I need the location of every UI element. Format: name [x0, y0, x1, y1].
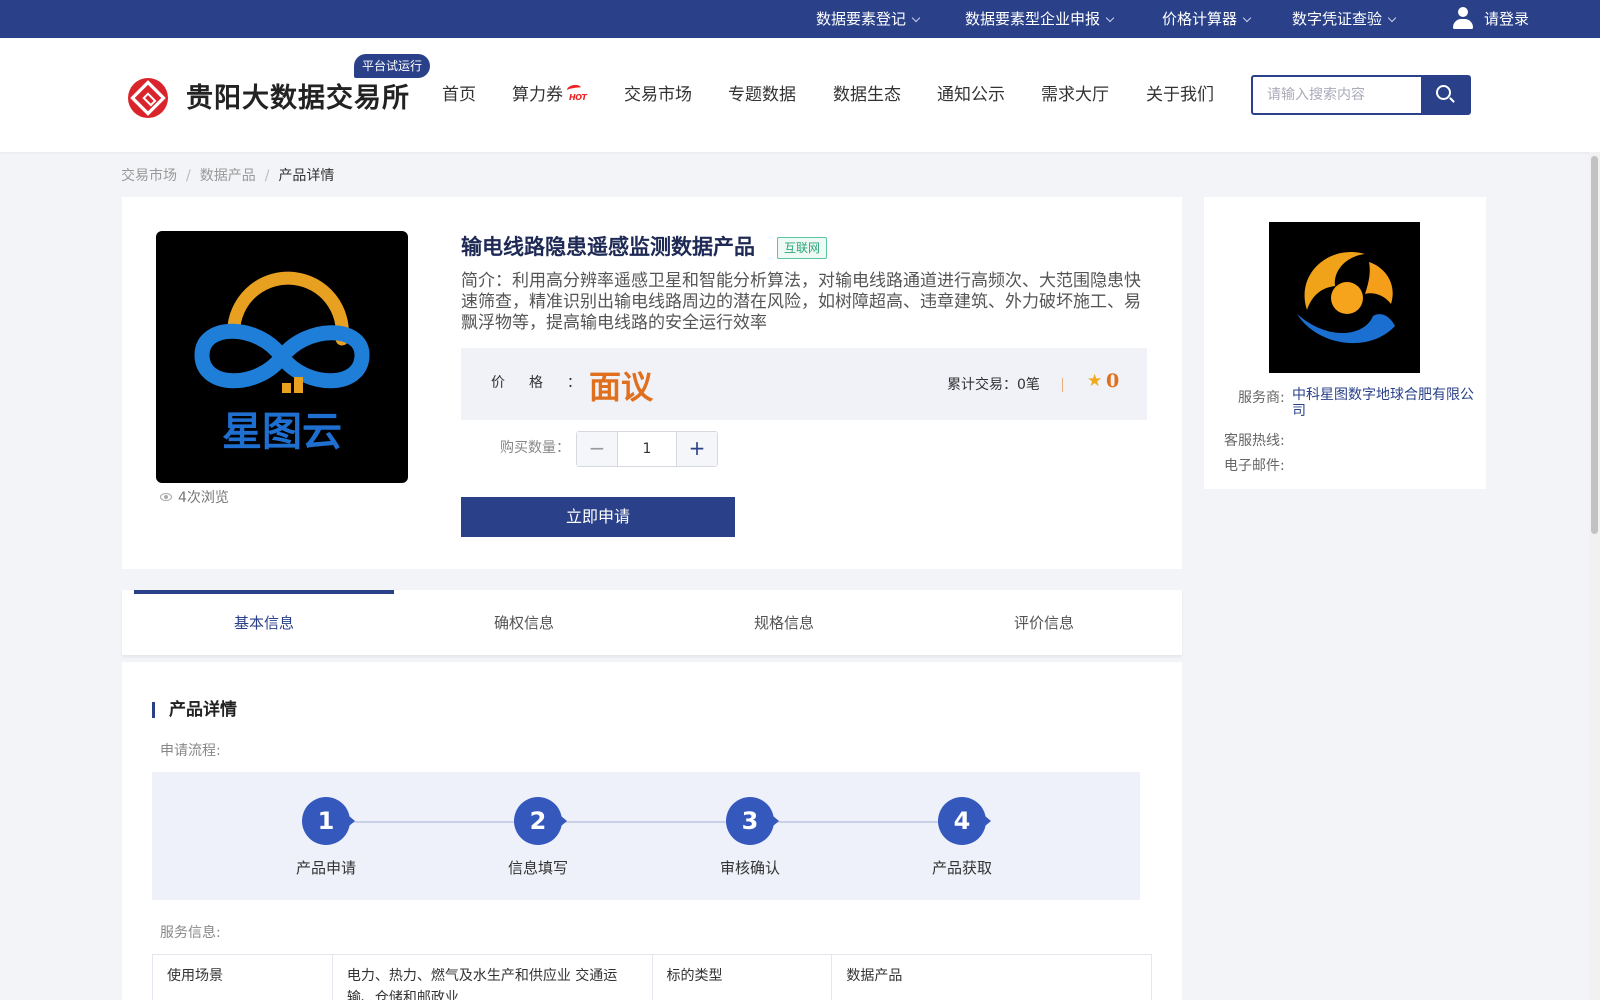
login-link[interactable]: 请登录 [1452, 0, 1529, 38]
provider-logo [1269, 222, 1420, 373]
star-icon: ★ [1087, 371, 1103, 391]
breadcrumb-data-products[interactable]: 数据产品 [200, 168, 256, 184]
nav-topic-data[interactable]: 专题数据 [728, 38, 796, 152]
quantity-decrease-button[interactable]: − [577, 432, 618, 466]
product-image: 星图云 [156, 231, 408, 483]
provider-logo-icon [1297, 252, 1395, 344]
table-key: 使用场景 [152, 954, 333, 1000]
top-utility-bar: 数据要素登记 数据要素型企业申报 价格计算器 数字凭证查验 请登录 [0, 0, 1600, 38]
provider-hotline-label: 客服热线: [1224, 433, 1285, 449]
provider-email-label: 电子邮件: [1224, 458, 1285, 474]
provider-card: 服务商: 中科星图数字地球合肥有限公司 客服热线: 电子邮件: [1204, 197, 1486, 489]
table-value: 数据产品 [831, 954, 1152, 1000]
tab-review-info[interactable]: 评价信息 [914, 590, 1174, 655]
trial-badge: 平台试运行 [354, 54, 430, 78]
nav-compute-voucher[interactable]: 算力券 [512, 38, 563, 152]
provider-service-label: 服务商: [1238, 390, 1285, 406]
price-value: 面议 [589, 368, 654, 406]
service-info-label: 服务信息: [160, 925, 221, 941]
product-image-text: 星图云 [222, 409, 342, 455]
user-icon [1452, 5, 1474, 31]
product-card: 星图云 4次浏览 输电线路隐患遥感监测数据产品 互联网 简介：利用高分辨率遥感卫… [122, 197, 1182, 569]
quantity-stepper: − 1 + [576, 431, 718, 467]
nav-demand-hall[interactable]: 需求大厅 [1041, 38, 1109, 152]
process-label: 申请流程: [160, 743, 221, 759]
process-step: 3 审核确认 [690, 797, 810, 878]
search-input[interactable] [1253, 77, 1421, 113]
tab-spec-info[interactable]: 规格信息 [654, 590, 914, 655]
quantity-input[interactable]: 1 [618, 432, 676, 466]
view-count: 4次浏览 [160, 487, 229, 507]
nav-trading-market[interactable]: 交易市场 [624, 38, 692, 152]
trade-count: 累计交易：0笔 [947, 377, 1040, 393]
provider-name-link[interactable]: 中科星图数字地球合肥有限公司 [1292, 387, 1478, 419]
section-title: 产品详情 [152, 702, 237, 719]
price-label: 价格： [491, 375, 581, 391]
search-button[interactable] [1421, 77, 1469, 113]
quantity-increase-button[interactable]: + [676, 432, 717, 466]
eye-icon [160, 493, 172, 501]
process-step: 1 产品申请 [266, 797, 386, 878]
exchange-logo-icon[interactable] [127, 77, 169, 119]
process-connector [340, 821, 976, 823]
divider [1062, 378, 1063, 392]
apply-now-button[interactable]: 立即申请 [461, 497, 735, 537]
quantity-label: 购买数量： [500, 440, 570, 456]
product-category-tag: 互联网 [777, 237, 828, 259]
search-box [1251, 75, 1471, 115]
price-panel: 价格： 面议 累计交易：0笔 ★ 0 [461, 348, 1147, 420]
topbar-data-registration[interactable]: 数据要素登记 [816, 0, 921, 38]
topbar-certificate-check[interactable]: 数字凭证查验 [1292, 0, 1397, 38]
table-row: 使用场景 电力、热力、燃气及水生产和供应业 交通运输、仓储和邮政业 标的类型 数… [152, 954, 1152, 1000]
product-title: 输电线路隐患遥感监测数据产品 [461, 234, 755, 259]
page-scrollbar[interactable] [1589, 152, 1600, 1000]
tab-basic-info[interactable]: 基本信息 [134, 590, 394, 655]
hot-badge: HOT [569, 93, 587, 102]
xingtuyun-logo-icon: 星图云 [194, 271, 370, 455]
topbar-price-calculator[interactable]: 价格计算器 [1162, 0, 1252, 38]
scrollbar-thumb[interactable] [1591, 156, 1598, 534]
process-step: 2 信息填写 [478, 797, 598, 878]
rating-value: 0 [1106, 370, 1120, 392]
site-title[interactable]: 贵阳大数据交易所 [186, 76, 410, 115]
breadcrumb-trading-market[interactable]: 交易市场 [121, 168, 177, 184]
product-detail-section: 产品详情 申请流程: 1 产品申请 2 信息填写 3 审核确认 4 产品获取 服… [122, 662, 1182, 1000]
nav-notices[interactable]: 通知公示 [937, 38, 1005, 152]
detail-tabs: 基本信息 确权信息 规格信息 评价信息 [122, 590, 1182, 655]
main-header: 贵阳大数据交易所 平台试运行 首页 算力券 HOT 交易市场 专题数据 数据生态… [0, 38, 1600, 152]
table-key: 标的类型 [651, 954, 833, 1000]
chevron-down-icon [1105, 13, 1115, 23]
tab-rights-info[interactable]: 确权信息 [394, 590, 654, 655]
nav-home[interactable]: 首页 [442, 38, 476, 152]
nav-data-ecosystem[interactable]: 数据生态 [833, 38, 901, 152]
process-step: 4 产品获取 [902, 797, 1022, 878]
breadcrumb-current: 产品详情 [278, 168, 335, 184]
chevron-down-icon [1242, 13, 1252, 23]
application-process: 1 产品申请 2 信息填写 3 审核确认 4 产品获取 [152, 772, 1140, 900]
chevron-down-icon [911, 13, 921, 23]
topbar-enterprise-declaration[interactable]: 数据要素型企业申报 [965, 0, 1115, 38]
nav-about-us[interactable]: 关于我们 [1146, 38, 1214, 152]
product-description: 简介：利用高分辨率遥感卫星和智能分析算法，对输电线路通道进行高频次、大范围隐患快… [461, 271, 1141, 333]
breadcrumb: 交易市场 / 数据产品 / 产品详情 [121, 168, 335, 184]
table-value: 电力、热力、燃气及水生产和供应业 交通运输、仓储和邮政业 [331, 954, 653, 1000]
service-info-table: 使用场景 电力、热力、燃气及水生产和供应业 交通运输、仓储和邮政业 标的类型 数… [152, 954, 1152, 1000]
chevron-down-icon [1387, 13, 1397, 23]
